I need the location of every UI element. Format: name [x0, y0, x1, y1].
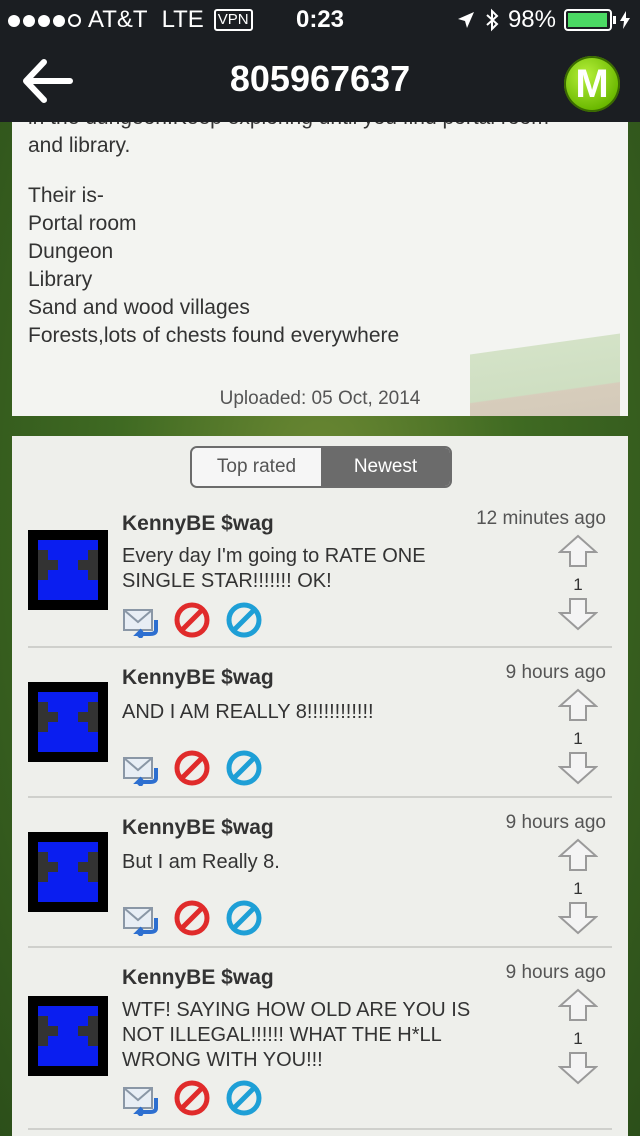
app-logo-button[interactable]: M	[564, 56, 620, 112]
feature-list: Their is- Portal room Dungeon Library Sa…	[28, 182, 608, 350]
block-icon[interactable]	[174, 900, 210, 936]
comment-item: KennyBE $wag 9 hours ago AND I AM REALLY…	[28, 648, 612, 798]
comment-author[interactable]: KennyBE $wag	[122, 966, 274, 990]
comment-item: KennyBE $wag 9 hours ago WTF! SAYING HOW…	[28, 948, 612, 1130]
vote-control: 1	[557, 688, 599, 790]
list-item: Their is-	[28, 184, 104, 207]
vote-count: 1	[573, 575, 583, 594]
tab-top-rated[interactable]: Top rated	[192, 448, 321, 486]
sort-segmented-control: Top rated Newest	[190, 446, 452, 488]
comment-item: KennyBE $wag 9 hours ago But I am Really…	[28, 798, 612, 948]
description-card: in the dungeon.Keep exploring until you …	[12, 122, 628, 416]
block-icon[interactable]	[174, 602, 210, 638]
list-item: Library	[28, 268, 93, 291]
block-icon[interactable]	[174, 750, 210, 786]
reply-icon[interactable]	[122, 602, 158, 638]
comment-item: KennyBE $wag 12 minutes ago Every day I'…	[28, 498, 612, 648]
bluetooth-icon	[486, 8, 499, 32]
vote-control: 1	[557, 988, 599, 1090]
comment-actions	[122, 602, 262, 638]
reply-icon[interactable]	[122, 900, 158, 936]
avatar[interactable]	[28, 682, 108, 762]
status-right: 98%	[456, 6, 630, 34]
vote-count: 1	[573, 1029, 583, 1048]
flag-icon[interactable]	[226, 750, 262, 786]
comments-card: Top rated Newest KennyBE $wag 12 minutes…	[12, 436, 628, 1136]
upvote-arrow-icon[interactable]	[557, 838, 599, 872]
list-item: Portal room	[28, 212, 137, 235]
comment-actions	[122, 750, 262, 786]
battery-fill	[568, 13, 608, 27]
page-title: 805967637	[229, 58, 411, 99]
upload-date: Uploaded: 05 Oct, 2014	[219, 388, 421, 409]
comment-actions	[122, 900, 262, 936]
upvote-arrow-icon[interactable]	[557, 534, 599, 568]
downvote-arrow-icon[interactable]	[557, 751, 599, 785]
downvote-arrow-icon[interactable]	[557, 1051, 599, 1085]
comment-time: 9 hours ago	[505, 662, 606, 683]
divider	[28, 1128, 612, 1130]
comment-author[interactable]: KennyBE $wag	[122, 816, 274, 840]
avatar[interactable]	[28, 832, 108, 912]
upvote-arrow-icon[interactable]	[557, 988, 599, 1022]
location-arrow-icon	[457, 12, 474, 28]
reply-icon[interactable]	[122, 750, 158, 786]
status-bar: AT&T LTE VPN 0:23 98%	[0, 0, 640, 40]
comment-time: 9 hours ago	[505, 812, 606, 833]
comment-actions	[122, 1080, 262, 1116]
flag-icon[interactable]	[226, 900, 262, 936]
tab-newest[interactable]: Newest	[321, 448, 450, 486]
nav-bar: 805967637 M	[0, 40, 640, 122]
vote-count: 1	[573, 729, 583, 748]
vote-control: 1	[557, 838, 599, 940]
downvote-arrow-icon[interactable]	[557, 597, 599, 631]
description-line: and library.	[28, 134, 131, 157]
vote-count: 1	[573, 879, 583, 898]
downvote-arrow-icon[interactable]	[557, 901, 599, 935]
reply-icon[interactable]	[122, 1080, 158, 1116]
avatar[interactable]	[28, 530, 108, 610]
charging-bolt-icon	[620, 11, 630, 29]
list-item: Dungeon	[28, 240, 114, 263]
description-text: in the dungeon.Keep exploring until you …	[28, 122, 608, 350]
block-icon[interactable]	[174, 1080, 210, 1116]
flag-icon[interactable]	[226, 602, 262, 638]
comment-author[interactable]: KennyBE $wag	[122, 512, 274, 536]
comment-time: 9 hours ago	[505, 962, 606, 983]
comment-author[interactable]: KennyBE $wag	[122, 666, 274, 690]
avatar[interactable]	[28, 996, 108, 1076]
list-item: Forests,lots of chests found everywhere	[28, 324, 400, 347]
flag-icon[interactable]	[226, 1080, 262, 1116]
upvote-arrow-icon[interactable]	[557, 688, 599, 722]
comment-time: 12 minutes ago	[476, 508, 606, 529]
comment-text: WTF! SAYING HOW OLD ARE YOU IS NOT ILLEG…	[122, 999, 471, 1071]
comment-text: Every day I'm going to RATE ONE SINGLE S…	[122, 545, 426, 592]
comment-text: AND I AM REALLY 8!!!!!!!!!!!!	[122, 701, 374, 723]
comment-text: But I am Really 8.	[122, 851, 280, 873]
description-partial-line: in the dungeon.Keep exploring until you …	[28, 122, 608, 132]
battery-percent: 98%	[507, 6, 556, 33]
battery-icon	[564, 9, 616, 31]
vote-control: 1	[557, 534, 599, 636]
list-item: Sand and wood villages	[28, 296, 250, 319]
